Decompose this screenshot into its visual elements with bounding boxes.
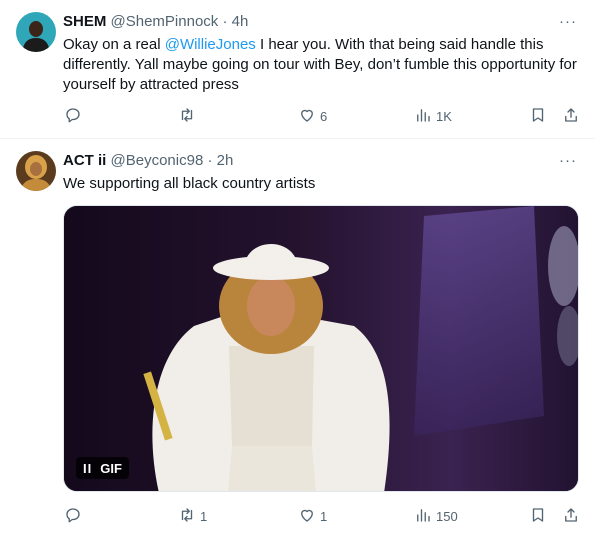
- views-icon: [414, 106, 432, 127]
- views-icon: [414, 506, 432, 527]
- timestamp[interactable]: 2h: [217, 152, 234, 169]
- views-button[interactable]: 150: [414, 504, 458, 528]
- views-count: 1K: [436, 108, 452, 124]
- views-button[interactable]: 1K: [414, 104, 452, 128]
- tweet[interactable]: ACT ii @Beyconic98 · 2h ··· We supportin…: [0, 139, 595, 534]
- retweet-icon: [178, 506, 196, 527]
- bookmark-button[interactable]: [529, 104, 547, 128]
- tweet-text-part: Okay on a real: [63, 36, 165, 53]
- reply-button[interactable]: [64, 504, 82, 528]
- timestamp[interactable]: 4h: [232, 13, 249, 30]
- pause-icon: II: [83, 460, 93, 476]
- tweet-text: We supporting all black country artists: [63, 175, 316, 192]
- share-icon: [562, 506, 580, 527]
- retweet-icon: [178, 106, 196, 127]
- user-handle[interactable]: @Beyconic98: [111, 152, 204, 169]
- share-button[interactable]: [562, 504, 580, 528]
- bookmark-button[interactable]: [529, 504, 547, 528]
- avatar[interactable]: [16, 151, 56, 191]
- gif-media[interactable]: II GIF: [63, 205, 579, 492]
- tweet-header: SHEM @ShemPinnock · 4h: [63, 12, 248, 32]
- share-icon: [562, 106, 580, 127]
- bookmark-icon: [529, 506, 547, 527]
- retweet-button[interactable]: 1: [178, 504, 207, 528]
- more-icon[interactable]: ···: [559, 151, 577, 171]
- like-icon: [298, 506, 316, 527]
- views-count: 150: [436, 508, 458, 524]
- more-icon[interactable]: ···: [559, 12, 577, 32]
- reply-button[interactable]: [64, 104, 82, 128]
- tweet-header: ACT ii @Beyconic98 · 2h: [63, 151, 233, 171]
- tweet-text: Okay on a real @WillieJones I hear you. …: [63, 35, 583, 95]
- gif-label: GIF: [100, 460, 122, 476]
- action-bar: 6 1K: [56, 104, 586, 128]
- like-button[interactable]: 1: [298, 504, 327, 528]
- like-button[interactable]: 6: [298, 104, 327, 128]
- gif-badge[interactable]: II GIF: [76, 457, 129, 479]
- separator: ·: [207, 152, 213, 169]
- like-count: 1: [320, 508, 328, 524]
- reply-icon: [64, 106, 82, 127]
- reply-icon: [64, 506, 82, 527]
- bookmark-icon: [529, 106, 547, 127]
- separator: ·: [222, 13, 228, 30]
- retweet-button[interactable]: [178, 104, 196, 128]
- avatar[interactable]: [16, 12, 56, 52]
- mention-link[interactable]: @WillieJones: [165, 36, 256, 53]
- action-bar: 1 1 150: [56, 504, 586, 528]
- display-name[interactable]: SHEM: [63, 13, 106, 30]
- display-name[interactable]: ACT ii: [63, 152, 106, 169]
- retweet-count: 1: [200, 508, 208, 524]
- like-count: 6: [320, 108, 328, 124]
- tweet[interactable]: SHEM @ShemPinnock · 4h ··· Okay on a rea…: [0, 0, 595, 139]
- gif-frame: [64, 206, 578, 491]
- user-handle[interactable]: @ShemPinnock: [111, 13, 219, 30]
- share-button[interactable]: [562, 104, 580, 128]
- like-icon: [298, 106, 316, 127]
